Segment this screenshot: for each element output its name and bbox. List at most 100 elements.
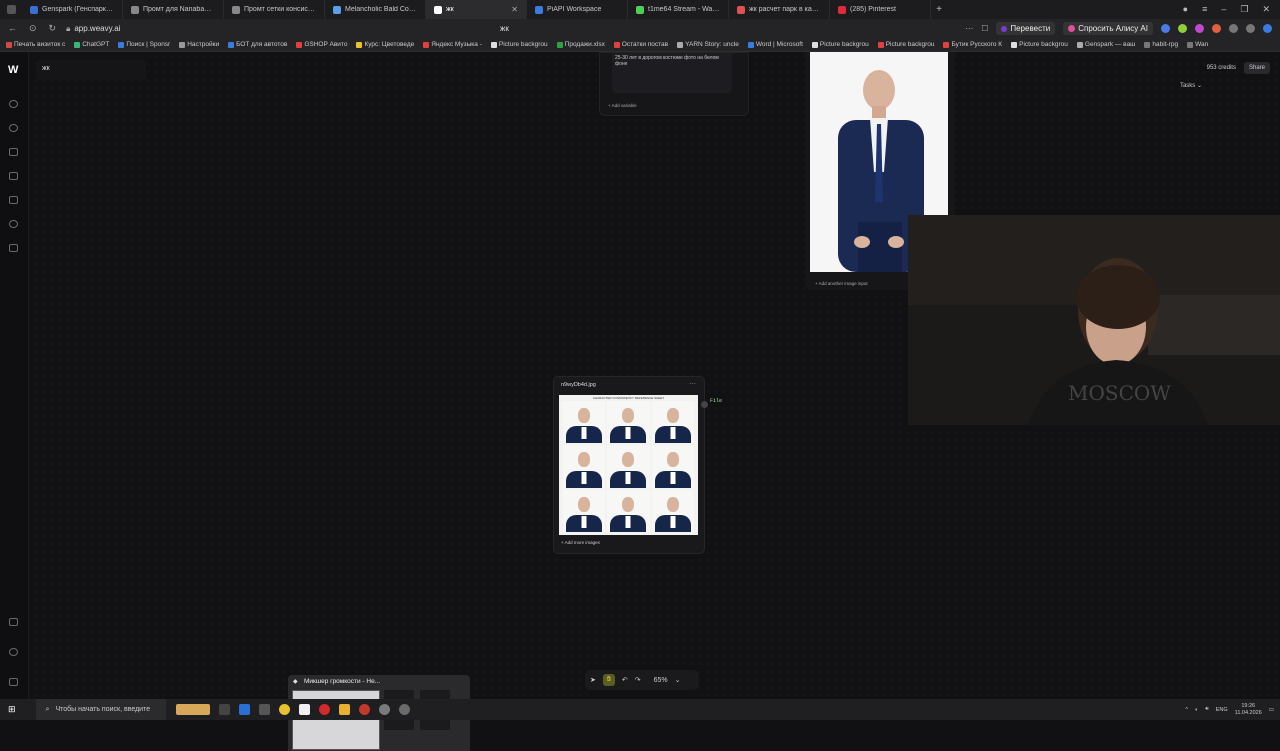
browser-tab[interactable]: жк расчет парк в калин: [729, 0, 830, 19]
bookmark-item[interactable]: Word | Microsoft: [747, 41, 803, 48]
search-icon[interactable]: [9, 100, 18, 108]
browser-tab[interactable]: жк ✕: [426, 0, 527, 19]
close-tab-icon[interactable]: ✕: [511, 5, 518, 14]
bookmark-item[interactable]: Поиск | Sponsr: [118, 41, 170, 48]
weather-widget-icon[interactable]: [175, 704, 210, 715]
bookmark-item[interactable]: Genspark — ваш: [1076, 41, 1135, 48]
bookmark-item[interactable]: Бутик Русского К: [943, 41, 1002, 48]
help-icon[interactable]: [9, 648, 18, 656]
app-icon[interactable]: [378, 704, 390, 715]
download-icon[interactable]: [1246, 24, 1255, 33]
zoom-level[interactable]: 65%: [654, 677, 668, 684]
node-menu-icon[interactable]: ⋯: [689, 380, 696, 388]
add-image-input-button[interactable]: + Add another image input: [815, 281, 868, 286]
app-icon[interactable]: [278, 704, 290, 715]
restore-icon[interactable]: ❐: [1240, 4, 1248, 15]
new-tab-icon[interactable]: +: [931, 4, 947, 15]
network-icon[interactable]: ◐: [1195, 707, 1198, 713]
url-field[interactable]: app.weavy.ai: [74, 24, 120, 33]
bookmark-item[interactable]: Picture backgrou: [877, 41, 934, 48]
bookmark-icon[interactable]: ☐: [981, 24, 988, 33]
volume-mixer-icon[interactable]: [398, 704, 410, 715]
yandex-browser-icon[interactable]: [318, 704, 330, 715]
models-icon[interactable]: [9, 220, 18, 228]
chevron-up-icon[interactable]: ^: [1185, 707, 1188, 713]
bookmark-item[interactable]: Печать визиток с: [6, 41, 65, 48]
bookmark-item[interactable]: YARN Story: uncle: [677, 41, 739, 48]
discord-icon[interactable]: [9, 678, 18, 686]
language-indicator[interactable]: ENG: [1216, 707, 1228, 713]
canvas[interactable]: W жк 953 credits Share Tasks ⌄ 25-30 лет…: [0, 52, 1280, 751]
extension-icon[interactable]: [1178, 24, 1187, 33]
profile-icon[interactable]: ●: [1183, 4, 1188, 15]
more-icon[interactable]: ⋯: [965, 24, 973, 33]
chevron-down-icon[interactable]: ⌄: [675, 676, 681, 684]
add-variable-button[interactable]: + Add variable: [608, 103, 637, 108]
redo-icon[interactable]: ↷: [635, 676, 641, 684]
share-button[interactable]: Share: [1243, 62, 1270, 74]
bookmark-item[interactable]: БОТ для автотов: [228, 41, 287, 48]
bookmark-item[interactable]: Picture backgrou: [490, 41, 548, 48]
bookmark-item[interactable]: Продажи.xlsx: [556, 41, 605, 48]
bookmark-item[interactable]: Яндекс Музыка -: [423, 41, 482, 48]
bookmark-item[interactable]: Picture backgrou: [811, 41, 869, 48]
bookmark-item[interactable]: habit-rpg: [1144, 41, 1178, 48]
volume-icon[interactable]: 🔊︎: [1205, 706, 1208, 713]
reload-icon[interactable]: ↻: [49, 23, 57, 34]
hand-tool-icon[interactable]: ✋︎: [602, 674, 615, 686]
weavy-logo-icon[interactable]: W: [8, 64, 18, 76]
image-icon[interactable]: [9, 172, 18, 180]
file-node[interactable]: n9wyDb4d.jpg ⋯ CHARACTER CONSISTENCY REF…: [553, 376, 722, 554]
translate-button[interactable]: Перевести: [996, 22, 1056, 35]
bookmark-item[interactable]: Picture backgrou: [1011, 41, 1068, 48]
video-icon[interactable]: [9, 196, 18, 204]
app-icon[interactable]: [298, 704, 310, 715]
undo-icon[interactable]: ↶: [622, 676, 628, 684]
app-icon[interactable]: [358, 704, 370, 715]
notifications-icon[interactable]: ▭: [1269, 707, 1274, 713]
extension-icon[interactable]: [1229, 24, 1238, 33]
app-icon[interactable]: [258, 704, 270, 715]
browser-tab[interactable]: Melancholic Bald Corpora: [325, 0, 426, 19]
browser-tab[interactable]: t1me64 Stream - Watch Li: [628, 0, 729, 19]
close-window-icon[interactable]: ✕: [1262, 4, 1270, 15]
bookmark-item[interactable]: Wan: [1187, 41, 1208, 48]
bookmark-item[interactable]: GSHOP Авито: [296, 41, 347, 48]
docs-icon[interactable]: [9, 618, 18, 626]
toolbox-icon[interactable]: [9, 148, 18, 156]
clock[interactable]: 19:26 11.04.2026: [1235, 703, 1262, 717]
browser-tab[interactable]: PiAPI Workspace: [527, 0, 628, 19]
browser-tab[interactable]: Промт сетки консистент: [224, 0, 325, 19]
browser-tab[interactable]: (285) Pinterest: [830, 0, 931, 19]
tabs-menu-icon[interactable]: ≡: [1202, 4, 1207, 15]
file-explorer-icon[interactable]: [338, 704, 350, 715]
extension-icon[interactable]: [1195, 24, 1204, 33]
extension-icon[interactable]: [1212, 24, 1221, 33]
home-icon[interactable]: ⊙: [29, 23, 37, 34]
browser-tab[interactable]: Промт для Nanabanana Сет: [123, 0, 224, 19]
back-icon[interactable]: ←: [8, 23, 17, 34]
select-tool-icon[interactable]: ➤: [590, 676, 596, 684]
prompt-node[interactable]: 25-30 лет в дорогом костюме фото на бело…: [599, 52, 749, 116]
project-name-field[interactable]: жк: [36, 60, 146, 80]
output-handle[interactable]: [701, 401, 708, 408]
taskbar-search[interactable]: ⌕ Чтобы начать поиск, введите: [35, 699, 166, 720]
bookmark-item[interactable]: Остатки постав: [613, 41, 668, 48]
history-icon[interactable]: [9, 124, 18, 132]
profile-icon[interactable]: [1263, 24, 1272, 33]
bookmark-item[interactable]: Курс: Цветоведе: [356, 41, 414, 48]
tools-icon[interactable]: [9, 244, 18, 252]
alice-button[interactable]: Спросить Алису AI: [1063, 22, 1153, 35]
telegram-icon[interactable]: [238, 704, 250, 715]
browser-menu-icon[interactable]: [0, 0, 22, 19]
task-view-icon[interactable]: [218, 704, 230, 715]
extension-icon[interactable]: [1161, 24, 1170, 33]
browser-tab[interactable]: Genspark (Генспарк) — а: [22, 0, 123, 19]
add-more-images-button[interactable]: + Add more images: [561, 540, 600, 545]
minimize-icon[interactable]: –: [1221, 4, 1226, 15]
bookmark-item[interactable]: ChatGPT: [74, 41, 109, 48]
windows-start-icon[interactable]: ⊞: [8, 704, 16, 715]
prompt-text[interactable]: 25-30 лет в дорогом костюме фото на бело…: [612, 53, 732, 93]
tasks-button[interactable]: Tasks ⌄: [1180, 82, 1202, 89]
bookmark-item[interactable]: Настройки: [179, 41, 219, 48]
